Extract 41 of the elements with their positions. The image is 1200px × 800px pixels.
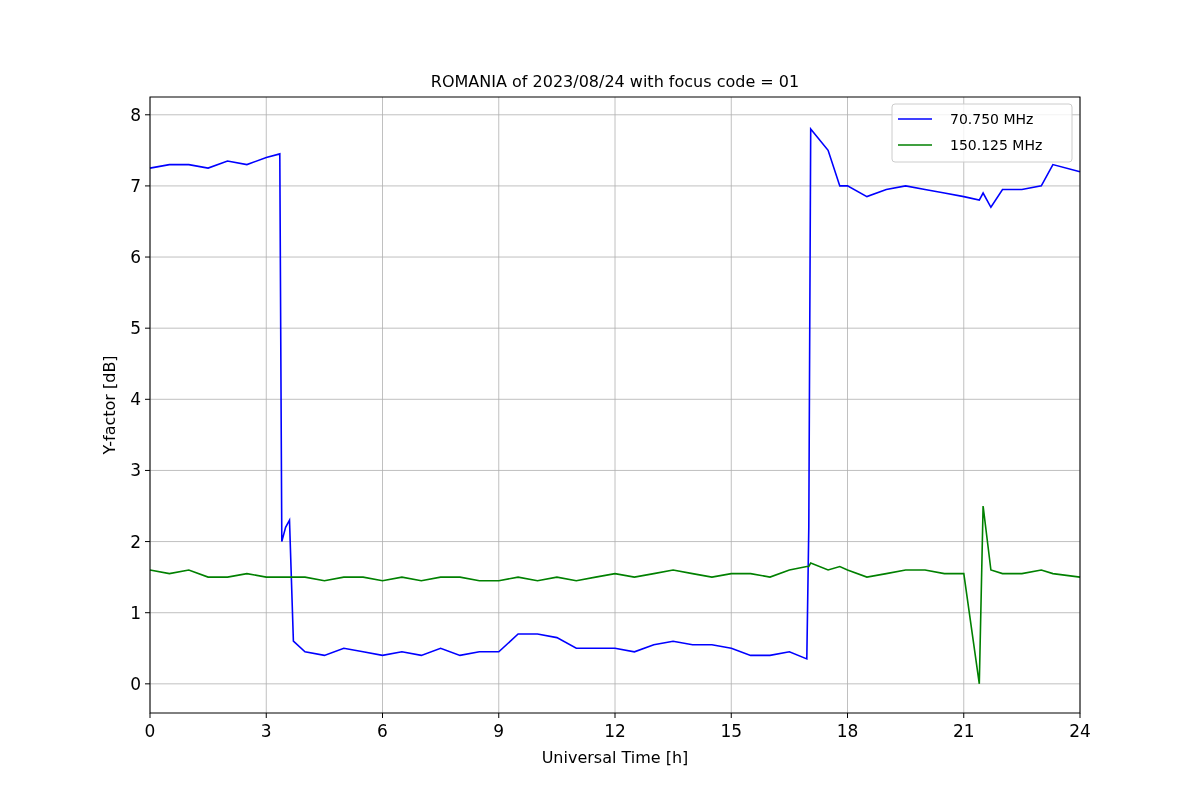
tick-mark (614, 712, 616, 719)
tick-mark (847, 712, 848, 719)
tick-label: 18 (836, 721, 859, 741)
tick-mark (144, 114, 151, 116)
tick-label: 5 (130, 318, 141, 339)
tick-mark (144, 256, 151, 258)
tick-mark (498, 712, 500, 719)
tick-label: 15 (720, 721, 743, 741)
tick-label: 12 (604, 721, 626, 741)
axis-label: Universal Time [h] (541, 748, 689, 767)
tick-label: 7 (130, 175, 141, 196)
tick-mark (144, 469, 151, 471)
tick-mark (144, 612, 151, 614)
tick-mark (963, 712, 965, 719)
tick-label: 3 (260, 721, 272, 741)
tick-label: 0 (144, 721, 156, 741)
tick-mark (382, 712, 383, 719)
tick-mark (144, 185, 151, 187)
tick-label: 0 (130, 673, 141, 694)
tick-mark (144, 683, 151, 685)
tick-label: 21 (952, 721, 975, 741)
tick-label: 24 (1069, 721, 1091, 741)
tick-mark (1079, 712, 1081, 719)
tick-mark (144, 327, 151, 329)
tick-mark (149, 712, 151, 719)
legend-label: 150.125 MHz (950, 137, 1043, 153)
chart-title: ROMANIA of 2023/08/24 with focus code = 01 (430, 72, 800, 91)
tick-mark (265, 712, 267, 719)
tick-mark (144, 398, 151, 400)
tick-mark (144, 541, 151, 543)
legend-label: 70.750 MHz (950, 111, 1034, 127)
tick-label: 8 (130, 104, 141, 125)
tick-label: 4 (130, 389, 141, 410)
tick-label: 6 (377, 721, 388, 741)
axis-label: Y-factor [dB] (100, 355, 119, 455)
tick-mark (730, 712, 732, 719)
tick-label: 2 (130, 531, 141, 552)
tick-label: 6 (130, 247, 141, 268)
tick-label: 9 (493, 721, 505, 741)
tick-label: 1 (130, 602, 141, 623)
tick-label: 3 (130, 460, 141, 481)
